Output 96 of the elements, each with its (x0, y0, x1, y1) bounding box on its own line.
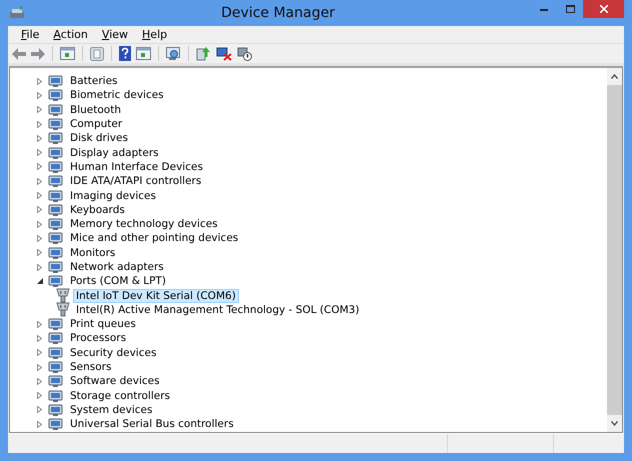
expand-arrow-icon[interactable] (37, 206, 42, 214)
tree-item[interactable]: Bluetooth (67, 102, 124, 117)
expand-arrow-icon[interactable] (37, 364, 42, 371)
window-title: Device Manager (220, 5, 336, 21)
device-icon (48, 417, 64, 432)
device-icon (48, 202, 64, 217)
forward-icon[interactable] (31, 48, 45, 60)
minimize-icon (540, 8, 548, 10)
tree-item[interactable]: System devices (67, 402, 156, 417)
device-icon (48, 274, 64, 288)
maximize-icon (566, 5, 574, 13)
tree-item[interactable]: Memory technology devices (67, 217, 221, 232)
menu-item[interactable]: File (14, 28, 46, 41)
back-icon[interactable] (12, 48, 26, 60)
menu-item[interactable]: View (94, 28, 136, 41)
tree-item[interactable]: Software devices (67, 374, 163, 388)
tree-item[interactable]: Batteries (67, 74, 120, 88)
uninstall-icon[interactable] (216, 46, 232, 61)
update-driver-icon[interactable] (196, 46, 211, 61)
device-icon (48, 146, 64, 160)
scrollbar-thumb[interactable] (607, 85, 622, 415)
expand-arrow-icon[interactable] (37, 134, 42, 142)
tree-item[interactable]: Imaging devices (67, 188, 159, 203)
expand-arrow-icon[interactable] (37, 249, 42, 256)
expand-arrow-icon[interactable] (37, 120, 42, 128)
tree-item[interactable]: IDE ATA/ATAPI controllers (67, 174, 204, 188)
menu-item[interactable]: Help (135, 28, 174, 41)
expand-arrow-icon[interactable] (37, 264, 42, 270)
tree-item[interactable]: Human Interface Devices (67, 160, 206, 174)
expand-arrow-icon[interactable] (37, 334, 42, 342)
device-manager-icon (9, 6, 25, 20)
expand-arrow-icon[interactable] (37, 220, 42, 228)
port-icon (56, 288, 70, 304)
device-icon (48, 346, 64, 360)
collapse-arrow-icon[interactable] (37, 278, 43, 284)
tree-item[interactable]: Computer (67, 117, 126, 132)
tree-item[interactable]: Mice and other pointing devices (67, 231, 242, 246)
scan-hardware-icon[interactable] (166, 46, 181, 60)
device-icon (48, 260, 64, 274)
device-icon (48, 374, 64, 388)
expand-arrow-icon[interactable] (37, 406, 42, 414)
device-icon (48, 231, 64, 246)
tree-item[interactable]: Disk drives (67, 131, 131, 146)
tree-item[interactable]: Ports (COM & LPT) (67, 274, 169, 288)
help-icon[interactable] (119, 46, 131, 61)
expand-arrow-icon[interactable] (37, 320, 42, 328)
tree-item[interactable]: Keyboards (67, 202, 128, 217)
device-icon (48, 74, 64, 88)
device-icon (48, 402, 64, 417)
expand-arrow-icon[interactable] (37, 149, 42, 156)
expand-arrow-icon[interactable] (37, 378, 42, 385)
tree-item[interactable]: Processors (67, 331, 130, 346)
expand-arrow-icon[interactable] (37, 392, 42, 400)
expand-arrow-icon[interactable] (37, 420, 42, 428)
show-hide-console-tree-icon[interactable] (60, 47, 75, 60)
device-icon (48, 246, 64, 260)
tree-item[interactable]: Intel IoT Dev Kit Serial (COM6) (73, 288, 239, 303)
disable-device-icon[interactable] (237, 46, 252, 61)
device-icon (48, 331, 64, 346)
tree-item[interactable]: Storage controllers (67, 388, 173, 403)
expand-arrow-icon[interactable] (37, 192, 42, 200)
device-icon (48, 217, 64, 232)
device-icon (48, 174, 64, 188)
device-icon (48, 102, 64, 117)
device-icon (48, 88, 64, 102)
tree-item[interactable]: Display adapters (67, 146, 162, 160)
expand-arrow-icon[interactable] (37, 106, 42, 114)
device-icon (48, 131, 64, 146)
expand-arrow-icon[interactable] (37, 92, 42, 99)
tree-item[interactable]: Print queues (67, 317, 139, 332)
menu-item[interactable]: Action (46, 28, 95, 41)
tree-item[interactable]: Network adapters (67, 260, 167, 274)
close-icon (600, 5, 608, 13)
tree-item[interactable]: Intel(R) Active Management Technology - SOL (COM3) (73, 302, 362, 317)
scroll-down-icon[interactable] (611, 421, 618, 426)
expand-arrow-icon[interactable] (37, 78, 42, 85)
expand-arrow-icon[interactable] (37, 349, 42, 356)
device-icon (48, 160, 64, 174)
scroll-up-icon[interactable] (611, 74, 618, 79)
expand-arrow-icon[interactable] (37, 178, 42, 185)
tree-item[interactable]: Universal Serial Bus controllers (67, 417, 237, 432)
close-button[interactable] (583, 0, 624, 18)
tree-item[interactable]: Sensors (67, 360, 114, 374)
device-icon (48, 360, 64, 374)
expand-arrow-icon[interactable] (37, 234, 42, 242)
show-action-pane-icon[interactable] (136, 47, 151, 60)
device-icon (48, 188, 64, 203)
tree-item[interactable]: Security devices (67, 346, 160, 360)
device-icon (48, 317, 64, 332)
tree-item[interactable]: Monitors (67, 246, 118, 260)
expand-arrow-icon[interactable] (37, 163, 42, 170)
properties-icon[interactable] (90, 46, 104, 60)
device-icon (48, 388, 64, 403)
port-icon (56, 302, 70, 318)
device-icon (48, 117, 64, 132)
tree-item[interactable]: Biometric devices (67, 88, 167, 102)
